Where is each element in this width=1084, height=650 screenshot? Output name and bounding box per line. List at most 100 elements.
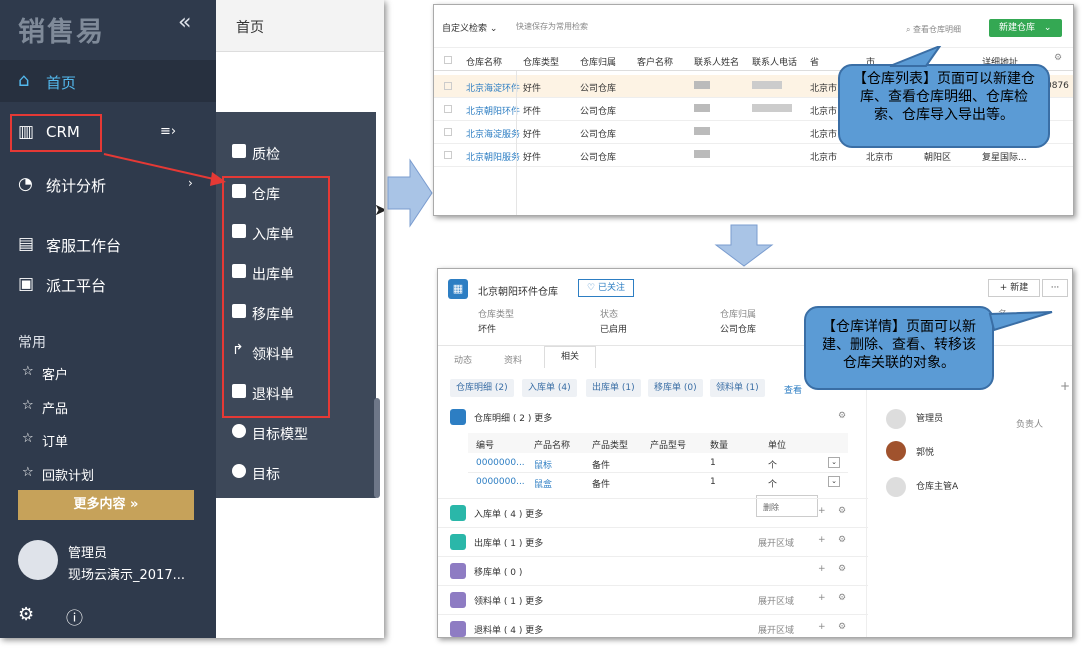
callout-text: 【仓库列表】页面可以新建仓库、查看仓库明细、仓库检索、仓库导入导出等。 <box>853 71 1035 123</box>
cell: 备件 <box>592 461 611 471</box>
gear-icon[interactable]: ⚙ <box>838 564 846 574</box>
right-arrow <box>387 158 433 228</box>
column-header[interactable]: 仓库归属 <box>580 55 616 68</box>
expand-link[interactable]: 展开区域 <box>758 536 794 549</box>
cell[interactable]: 鼠标 <box>534 458 552 471</box>
related-tag[interactable]: 移库单 (0) <box>648 379 703 397</box>
column-header[interactable]: 省 <box>810 55 819 68</box>
blurred-cell <box>752 104 792 112</box>
related-tag[interactable]: 出库单 (1) <box>586 379 641 397</box>
team-member-name: 郭悦 <box>916 448 935 458</box>
callout-pointer <box>889 46 942 67</box>
chevron-down-icon: ⌄ <box>1043 23 1052 33</box>
field-label: 仓库类型 <box>478 310 515 320</box>
field-value: 坏件 <box>478 325 497 335</box>
record-title: 北京朝阳环件仓库 <box>478 287 558 298</box>
field-label: 状态 <box>600 310 619 320</box>
blurred-cell <box>694 150 710 158</box>
field-value: 公司仓库 <box>720 325 757 335</box>
callout-pointer <box>988 311 1053 332</box>
add-icon[interactable]: + <box>1060 379 1070 393</box>
gear-icon[interactable]: ⚙ <box>838 535 846 545</box>
related-section-outbound[interactable]: 出库单 ( 1 ) 更多 展开区域 + ⚙ <box>438 527 868 556</box>
gear-icon[interactable]: ⚙ <box>838 411 846 421</box>
cell: 北京市 <box>810 130 838 140</box>
filter-label: 自定义检索 <box>442 24 488 34</box>
cell: 坏件 <box>523 107 542 117</box>
cell[interactable]: 鼠盒 <box>534 477 552 490</box>
column-header[interactable]: 仓库名称 <box>466 55 502 68</box>
outbound-icon <box>450 534 466 550</box>
section-label: 入库单 ( 4 ) 更多 <box>474 510 544 520</box>
avatar <box>886 477 906 497</box>
column-divider <box>516 71 517 215</box>
column-header[interactable]: 联系人电话 <box>752 55 797 68</box>
cell[interactable]: 0000000... <box>476 458 525 468</box>
warehouse-name-link[interactable]: 北京海淀服务 <box>466 127 520 140</box>
cell: 朝阳区 <box>924 153 952 163</box>
chevron-down-icon[interactable]: ⌄ <box>828 457 840 468</box>
row-checkbox[interactable] <box>444 82 452 90</box>
related-section-return[interactable]: 退料单 ( 4 ) 更多 展开区域 + ⚙ <box>438 614 868 637</box>
related-section-transfer[interactable]: 移库单 ( 0 ) + ⚙ <box>438 556 868 585</box>
warehouse-name-link[interactable]: 北京朝阳环件 <box>466 104 520 117</box>
follow-button[interactable]: ♡ 已关注 <box>578 279 634 297</box>
row-checkbox[interactable] <box>444 128 452 136</box>
gear-icon[interactable]: ⚙ <box>838 622 846 632</box>
table-row[interactable]: 0000000... 鼠标 备件 1 个 ⌄ <box>468 454 848 473</box>
cell: 公司仓库 <box>580 130 617 140</box>
blurred-cell <box>694 104 710 112</box>
column-header[interactable]: 客户名称 <box>637 55 673 68</box>
view-detail-link[interactable]: ⌕ 查看仓库明细 <box>906 24 961 35</box>
tab-info[interactable]: 资料 <box>504 353 522 366</box>
requisition-icon <box>450 592 466 608</box>
column-header: 编号 <box>476 441 495 451</box>
cell[interactable]: 0000000... <box>476 477 525 487</box>
cell: 好件 <box>523 130 542 140</box>
warehouse-icon: ▦ <box>448 279 468 299</box>
cell: 北京市 <box>866 153 894 163</box>
row-checkbox[interactable] <box>444 151 452 159</box>
related-tag[interactable]: 仓库明细 (2) <box>450 379 514 397</box>
add-icon[interactable]: + <box>818 564 826 574</box>
filter-dropdown[interactable]: 自定义检索 ⌄ <box>442 21 497 34</box>
transfer-icon <box>450 563 466 579</box>
cell: 1 <box>710 477 716 487</box>
blurred-cell <box>752 81 782 89</box>
warehouse-name-link[interactable]: 北京海淀环件 <box>466 81 520 94</box>
more-button[interactable]: ··· <box>1042 279 1068 297</box>
detail-icon <box>450 409 466 425</box>
related-section-inbound[interactable]: 入库单 ( 4 ) 更多 + ⚙ <box>438 498 868 527</box>
section-label: 领料单 ( 1 ) 更多 <box>474 597 544 607</box>
add-icon[interactable]: + <box>818 506 826 516</box>
chevron-down-icon[interactable]: ⌄ <box>828 476 840 487</box>
table-row[interactable]: 0000000... 鼠盒 备件 1 个 ⌄ <box>468 473 848 492</box>
related-tag[interactable]: 入库单 (4) <box>522 379 577 397</box>
row-checkbox[interactable] <box>444 105 452 113</box>
red-arrow-head <box>210 172 226 186</box>
settings-icon[interactable]: ⚙ <box>1054 53 1062 63</box>
field-label: 仓库归属 <box>720 310 757 320</box>
view-link[interactable]: 查看 <box>784 383 802 396</box>
new-warehouse-button[interactable]: 新建仓库 ⌄ <box>989 19 1062 37</box>
column-header[interactable]: 仓库类型 <box>523 55 559 68</box>
related-section-requisition[interactable]: 领料单 ( 1 ) 更多 展开区域 + ⚙ <box>438 585 868 614</box>
save-filter-link[interactable]: 快速保存为常用检索 <box>516 21 588 32</box>
gear-icon[interactable]: ⚙ <box>838 593 846 603</box>
expand-link[interactable]: 展开区域 <box>758 594 794 607</box>
add-icon[interactable]: + <box>818 622 826 632</box>
section-title[interactable]: 仓库明细 ( 2 ) 更多 <box>474 411 552 424</box>
cell: 好件 <box>523 153 542 163</box>
related-tag[interactable]: 领料单 (1) <box>710 379 765 397</box>
add-icon[interactable]: + <box>818 535 826 545</box>
tab-related[interactable]: 相关 <box>544 346 596 368</box>
new-button[interactable]: + 新建 <box>988 279 1040 297</box>
expand-link[interactable]: 展开区域 <box>758 623 794 636</box>
select-all-checkbox[interactable] <box>444 56 452 64</box>
gear-icon[interactable]: ⚙ <box>838 506 846 516</box>
add-icon[interactable]: + <box>818 593 826 603</box>
tab-activity[interactable]: 动态 <box>454 353 472 366</box>
column-header[interactable]: 联系人姓名 <box>694 55 739 68</box>
warehouse-name-link[interactable]: 北京朝阳服务 <box>466 150 520 163</box>
column-header: 单位 <box>768 441 787 451</box>
